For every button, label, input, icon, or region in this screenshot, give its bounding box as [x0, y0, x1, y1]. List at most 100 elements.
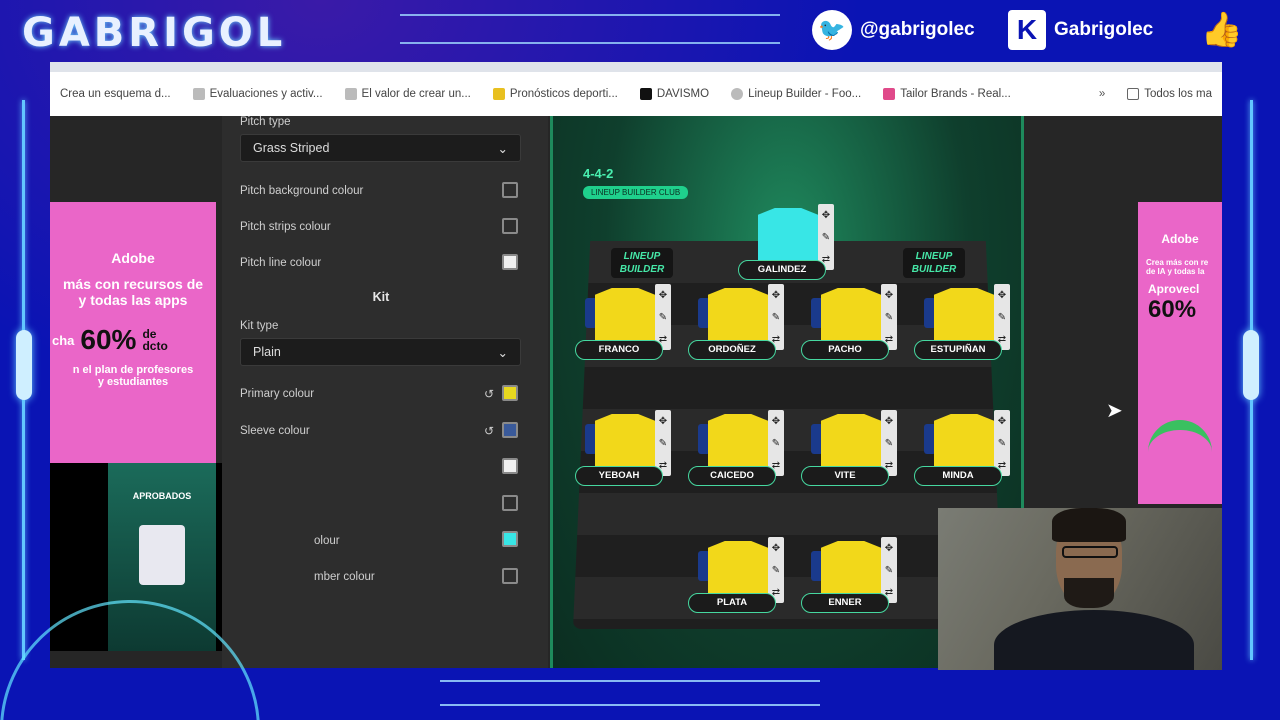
edit-icon[interactable]: ✎: [885, 565, 893, 576]
partial-colour-label: mber colour: [314, 571, 375, 583]
edit-icon[interactable]: ✎: [998, 438, 1006, 449]
edit-icon[interactable]: ✎: [885, 312, 893, 323]
bookmark-item[interactable]: DAVISMO: [639, 88, 709, 100]
rainbow-illustration: [1148, 420, 1212, 460]
move-icon[interactable]: ✥: [885, 416, 893, 427]
move-icon[interactable]: ✥: [822, 210, 830, 221]
address-bar[interactable]: [50, 62, 1222, 72]
kit-type-select[interactable]: Plain ⌄: [240, 338, 521, 366]
player-name[interactable]: GALINDEZ: [738, 260, 826, 280]
settings-panel: Pitch type Grass Striped ⌄ Pitch backgrou…: [222, 116, 548, 668]
bookmark-item[interactable]: Lineup Builder - Foo...: [731, 88, 861, 100]
player-name[interactable]: FRANCO: [575, 340, 663, 360]
pitch-strips-swatch[interactable]: [502, 218, 518, 234]
primary-colour-swatch[interactable]: [502, 385, 518, 401]
sleeve-colour-label: Sleeve colour: [240, 425, 310, 437]
edit-icon[interactable]: ✎: [772, 312, 780, 323]
move-icon[interactable]: ✥: [772, 543, 780, 554]
edit-icon[interactable]: ✎: [659, 438, 667, 449]
lineup-builder-logo: LINEUP BUILDER: [903, 248, 965, 278]
edit-icon[interactable]: ✎: [885, 438, 893, 449]
player-shirt: [821, 288, 881, 344]
bookmarks-overflow-button[interactable]: »: [1099, 88, 1105, 100]
player-name[interactable]: ENNER: [801, 593, 889, 613]
player-shirt: [708, 541, 768, 597]
pitch-type-label: Pitch type: [240, 116, 291, 128]
player-card[interactable]: ✥ ✎ ⇄ ESTUPIÑAN: [912, 284, 1022, 368]
player-name[interactable]: ORDOÑEZ: [688, 340, 776, 360]
bookmark-item[interactable]: Tailor Brands - Real...: [883, 88, 1011, 100]
football-icon: [731, 88, 744, 100]
bookmark-item[interactable]: Crea un esquema d...: [60, 88, 171, 100]
move-icon[interactable]: ✥: [885, 290, 893, 301]
move-icon[interactable]: ✥: [772, 416, 780, 427]
streamer-body: [994, 610, 1194, 670]
edit-icon[interactable]: ✎: [772, 438, 780, 449]
player-name[interactable]: VITE: [801, 466, 889, 486]
player-shirt: [708, 288, 768, 344]
player-name[interactable]: PLATA: [688, 593, 776, 613]
player-shirt: [934, 288, 994, 344]
pitch-line-label: Pitch line colour: [240, 257, 322, 269]
player-card[interactable]: ✥ ✎ ⇄ FRANCO: [573, 284, 683, 368]
player-card[interactable]: ✥ ✎ ⇄ VITE: [799, 410, 909, 494]
sleeve-colour-swatch[interactable]: [502, 422, 518, 438]
colour-swatch[interactable]: [502, 531, 518, 547]
kit-type-label: Kit type: [240, 320, 279, 332]
player-name[interactable]: PACHO: [801, 340, 889, 360]
kit-section-title: Kit: [372, 290, 390, 304]
move-icon[interactable]: ✥: [998, 416, 1006, 427]
player-card[interactable]: ✥ ✎ ⇄ GALINDEZ: [736, 204, 846, 288]
player-shirt: [934, 414, 994, 470]
twitter-handle-group: 🐦 @gabrigolec: [812, 10, 975, 50]
reset-icon[interactable]: ↺: [484, 424, 494, 438]
player-card[interactable]: ✥ ✎ ⇄ MINDA: [912, 410, 1022, 494]
player-card[interactable]: ✥ ✎ ⇄ ENNER: [799, 537, 909, 621]
colour-swatch[interactable]: [502, 458, 518, 474]
x-logo-icon: [639, 88, 652, 100]
player-card[interactable]: ✥ ✎ ⇄ PACHO: [799, 284, 909, 368]
streamer-beard: [1064, 578, 1114, 608]
player-name[interactable]: MINDA: [914, 466, 1002, 486]
move-icon[interactable]: ✥: [885, 543, 893, 554]
formation-sublabel: LINEUP BUILDER CLUB: [583, 186, 689, 199]
ad-discount: cha 60% de dcto: [52, 324, 168, 355]
edit-icon[interactable]: ✎: [822, 232, 830, 243]
player-card[interactable]: ✥ ✎ ⇄ YEBOAH: [573, 410, 683, 494]
pitch-bg-swatch[interactable]: [502, 182, 518, 198]
bookmark-favicon-icon: [492, 88, 505, 100]
move-icon[interactable]: ✥: [772, 290, 780, 301]
reset-icon[interactable]: ↺: [484, 387, 494, 401]
player-card[interactable]: ✥ ✎ ⇄ ORDOÑEZ: [686, 284, 796, 368]
move-icon[interactable]: ✥: [659, 416, 667, 427]
player-shirt: [821, 541, 881, 597]
player-shirt: [595, 414, 655, 470]
bookmark-item[interactable]: Pronósticos deporti...: [492, 88, 618, 100]
kick-handle-group: K Gabrigolec: [1008, 10, 1153, 50]
left-ad-banner[interactable]: Adobe más con recursos de y todas las ap…: [50, 202, 216, 464]
edit-icon[interactable]: ✎: [772, 565, 780, 576]
pitch-line-swatch[interactable]: [502, 254, 518, 270]
bookmark-item[interactable]: Evaluaciones y activ...: [192, 88, 323, 100]
edit-icon[interactable]: ✎: [998, 312, 1006, 323]
move-icon[interactable]: ✥: [998, 290, 1006, 301]
right-glow-pill: [1243, 330, 1259, 400]
bookmark-item[interactable]: El valor de crear un...: [344, 88, 471, 100]
thumbs-up-icon: 👍: [1200, 11, 1244, 49]
player-name[interactable]: CAICEDO: [688, 466, 776, 486]
pitch-type-select[interactable]: Grass Striped ⌄: [240, 134, 521, 162]
pitch-strips-label: Pitch strips colour: [240, 221, 331, 233]
player-shirt: [821, 414, 881, 470]
colour-swatch[interactable]: [502, 568, 518, 584]
player-name[interactable]: ESTUPIÑAN: [914, 340, 1002, 360]
edit-icon[interactable]: ✎: [659, 312, 667, 323]
move-icon[interactable]: ✥: [659, 290, 667, 301]
ad-brand: Adobe: [111, 250, 155, 266]
right-ad-banner[interactable]: Adobe Crea más con re de IA y todas la A…: [1138, 202, 1222, 504]
colour-swatch[interactable]: [502, 495, 518, 511]
bookmarks-folder[interactable]: Todos los ma: [1127, 88, 1212, 100]
lineup-builder-logo: LINEUP BUILDER: [611, 248, 673, 278]
player-name[interactable]: YEBOAH: [575, 466, 663, 486]
player-card[interactable]: ✥ ✎ ⇄ CAICEDO: [686, 410, 796, 494]
player-card[interactable]: ✥ ✎ ⇄ PLATA: [686, 537, 796, 621]
